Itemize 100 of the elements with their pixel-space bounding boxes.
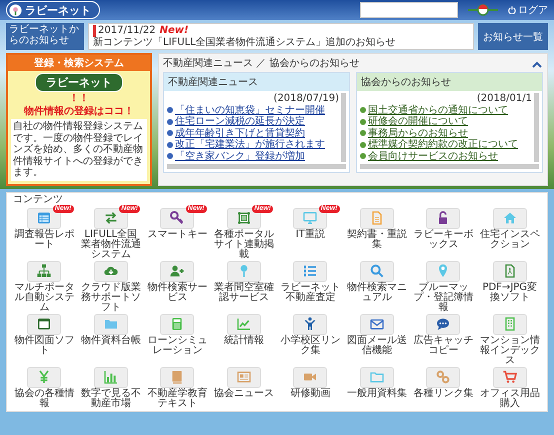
bullet-icon	[360, 130, 366, 136]
frame-nodes-icon	[236, 210, 252, 226]
tile-label[interactable]: 業者間空室確認サービス	[212, 282, 275, 302]
tile-label[interactable]: 住宅インスペクション	[478, 230, 541, 250]
hierarchy-icon	[36, 263, 52, 279]
tile-label[interactable]: スマートキー	[147, 230, 208, 240]
house-icon	[502, 210, 518, 226]
tile-label[interactable]: 広告キャッチコピー	[412, 336, 474, 356]
content-tile[interactable]	[94, 366, 128, 388]
content-tile[interactable]	[27, 260, 62, 282]
tile-label[interactable]: 物件検索サービス	[146, 282, 208, 302]
notices-button[interactable]: お知らせ一覧	[478, 23, 548, 50]
content-tile[interactable]	[226, 260, 261, 282]
ticker-text[interactable]: 新コンテンツ「LIFULL全国業者物件流通システム」追加のお知らせ	[93, 36, 396, 48]
tile-label[interactable]: 物件図面ソフト	[13, 336, 76, 356]
flower-icon	[9, 4, 22, 16]
contents-title: コンテンツ	[13, 194, 64, 204]
content-tile[interactable]	[360, 366, 394, 388]
promo-logo: ラビーネット	[35, 73, 123, 92]
content-tile[interactable]	[426, 366, 460, 388]
content-tile[interactable]	[94, 314, 128, 334]
content-tile[interactable]	[226, 314, 261, 334]
vertical-scrollbar[interactable]	[341, 93, 346, 162]
tile-label[interactable]: LIFULL全国業者物件流通システム	[80, 230, 142, 260]
news-link[interactable]: 研修会の開催について	[368, 116, 468, 128]
news-link[interactable]: 標準媒介契約約款の改正について	[368, 139, 518, 150]
bullet-icon	[167, 130, 173, 136]
bullet-icon	[167, 107, 173, 114]
tile-label[interactable]: ラビーネット不動産査定	[279, 282, 342, 302]
bullet-icon	[167, 142, 173, 148]
tile-label[interactable]: 数字で見る不動産市場	[80, 388, 142, 408]
content-tile[interactable]	[293, 314, 328, 334]
tile-label[interactable]: 協会の各種情報	[13, 388, 76, 408]
content-tile[interactable]	[360, 208, 394, 228]
exchange-arrows-icon	[102, 210, 119, 226]
tile-label[interactable]: 協会ニュース	[214, 388, 274, 398]
tile-label[interactable]: クラウド版業務サポートソフト	[80, 282, 142, 312]
news-link[interactable]: 住宅ローン減税の延長が決定	[175, 116, 305, 128]
tile-label[interactable]: ローンシミュレーション	[146, 336, 208, 356]
content-tile[interactable]	[492, 260, 527, 282]
tile-label[interactable]: PDF→JPG変換ソフト	[478, 282, 541, 302]
search-field[interactable]	[360, 2, 458, 18]
content-tile[interactable]	[426, 208, 460, 228]
key-icon	[169, 210, 186, 226]
promo-panel[interactable]: 登録・検索システム ラビーネット ！！ 物件情報の登録はココ！ 自社の物件情報登録システムです。一度の物件登録でレインズを始め、多くの不動産物件情報サイトへの登録ができます。	[6, 53, 152, 186]
content-tile[interactable]	[27, 366, 62, 388]
monitor-icon	[302, 210, 318, 226]
tile-label[interactable]: 物件検索マニュアル	[346, 282, 408, 302]
content-tile[interactable]	[27, 314, 62, 334]
power-icon	[508, 6, 516, 14]
content-tile[interactable]	[360, 314, 394, 334]
content-tile[interactable]	[160, 314, 194, 334]
content-tile[interactable]	[426, 314, 460, 334]
tile-label[interactable]: マルチポータル自動システム	[13, 282, 76, 312]
content-tile[interactable]	[492, 314, 527, 334]
tile-label[interactable]: 研修動画	[290, 388, 330, 398]
content-tile[interactable]	[293, 366, 328, 388]
cart-icon	[502, 369, 518, 385]
logout-link[interactable]: ログア	[508, 3, 548, 17]
tile-label[interactable]: 図面メール送信機能	[346, 336, 408, 356]
news-link[interactable]: 会員向けサービスのお知らせ	[368, 150, 498, 162]
horizontal-scrollbar[interactable]	[167, 164, 346, 169]
content-tile[interactable]	[360, 260, 394, 282]
search-icon	[368, 263, 385, 279]
news-link[interactable]: 「空き家バンク」登録が増加	[175, 150, 305, 162]
content-tile[interactable]	[426, 260, 460, 282]
tile-label[interactable]: 調査報告レポート	[13, 230, 76, 250]
tile-label[interactable]: IT重説	[296, 230, 325, 240]
tile-label[interactable]: 各種ポータルサイト連動掲載	[212, 230, 275, 260]
tile-label[interactable]: オフィス用品購入	[478, 388, 541, 408]
emblem-icon	[466, 4, 500, 16]
content-tile[interactable]	[226, 366, 261, 388]
tile-label[interactable]: マンション情報インデックス	[478, 336, 541, 366]
content-tile[interactable]	[160, 260, 194, 282]
bullet-icon	[167, 118, 173, 125]
logo-badge[interactable]: ラビーネット	[6, 1, 100, 19]
vertical-scrollbar[interactable]	[534, 93, 539, 162]
news-box-title: 不動産関連ニュース	[164, 73, 349, 91]
tile-label[interactable]: 一般用資料集	[346, 388, 407, 398]
content-tile[interactable]	[160, 366, 194, 388]
tile-label[interactable]: 物件資料台帳	[80, 336, 141, 346]
content-tile[interactable]	[94, 260, 128, 282]
news-link[interactable]: 事務局からのお知らせ	[368, 128, 468, 139]
news-link[interactable]: 改正「宅建業法」が施行されます	[175, 139, 325, 150]
content-tile[interactable]	[293, 260, 328, 282]
tile-label[interactable]: 統計情報	[224, 336, 264, 346]
tile-label[interactable]: ブルーマップ・登記簿情報	[412, 282, 474, 312]
content-tile[interactable]	[492, 366, 527, 388]
tile-label[interactable]: 各種リンク集	[413, 388, 474, 398]
tile-label[interactable]: 契約書・重説集	[346, 230, 408, 250]
tile-label[interactable]: 不動産学教育テキスト	[146, 388, 208, 408]
tile-label[interactable]: ラビーキーボックス	[412, 230, 474, 250]
horizontal-scrollbar[interactable]	[360, 164, 539, 169]
tile-label[interactable]: 小学校区リンク集	[279, 336, 342, 356]
news-date: (2018/01/1	[476, 93, 532, 104]
link-icon	[435, 369, 452, 385]
content-tile[interactable]	[492, 208, 527, 228]
news-link[interactable]: 国土交通省からの通知について	[368, 104, 508, 116]
list-window-icon	[36, 210, 52, 226]
exclamation-text: ！！	[69, 94, 89, 104]
